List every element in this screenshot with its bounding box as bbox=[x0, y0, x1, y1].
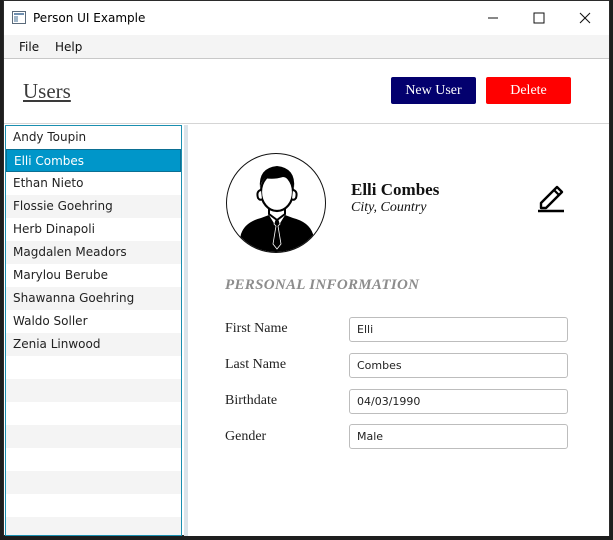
empty-list-row[interactable] bbox=[6, 448, 181, 471]
first-name-label: First Name bbox=[225, 321, 288, 336]
close-button[interactable] bbox=[562, 1, 608, 35]
list-item[interactable]: Elli Combes bbox=[6, 149, 181, 172]
list-item[interactable]: Ethan Nieto bbox=[6, 172, 181, 195]
person-location: City, Country bbox=[351, 200, 427, 215]
header: Users New User Delete bbox=[4, 60, 609, 124]
menu-bar: File Help bbox=[4, 35, 609, 59]
gender-label: Gender bbox=[225, 429, 267, 444]
list-item[interactable]: Andy Toupin bbox=[6, 126, 181, 149]
user-list[interactable]: Andy Toupin Elli Combes Ethan Nieto Flossie… bbox=[5, 125, 182, 536]
birthdate-label: Birthdate bbox=[225, 393, 278, 408]
new-user-button[interactable]: New User bbox=[391, 77, 476, 104]
window-title: Person UI Example bbox=[33, 11, 146, 25]
list-item[interactable]: Zenia Linwood bbox=[6, 333, 181, 356]
page-title: Users bbox=[23, 79, 71, 103]
empty-list-row[interactable] bbox=[6, 471, 181, 494]
list-item[interactable]: Waldo Soller bbox=[6, 310, 181, 333]
list-item[interactable]: Flossie Goehring bbox=[6, 195, 181, 218]
app-icon bbox=[12, 11, 26, 24]
edit-button[interactable] bbox=[535, 179, 567, 213]
menu-help[interactable]: Help bbox=[55, 40, 82, 54]
person-name: Elli Combes bbox=[351, 180, 440, 199]
delete-button[interactable]: Delete bbox=[486, 77, 571, 104]
person-avatar-icon bbox=[226, 153, 326, 253]
maximize-icon bbox=[533, 12, 545, 24]
detail-pane: Elli Combes City, Country PERSONAL INFOR… bbox=[188, 125, 609, 536]
minimize-button[interactable] bbox=[470, 1, 516, 35]
empty-list-row[interactable] bbox=[6, 494, 181, 517]
list-item[interactable]: Magdalen Meadors bbox=[6, 241, 181, 264]
empty-list-row[interactable] bbox=[6, 356, 181, 379]
last-name-field[interactable] bbox=[349, 353, 568, 378]
first-name-field[interactable] bbox=[349, 317, 568, 342]
app-window: Person UI Example File Help Users New Us… bbox=[3, 0, 610, 536]
empty-list-row[interactable] bbox=[6, 425, 181, 448]
maximize-button[interactable] bbox=[516, 1, 562, 35]
list-item[interactable]: Shawanna Goehring bbox=[6, 287, 181, 310]
section-title: PERSONAL INFORMATION bbox=[225, 277, 420, 293]
empty-list-row[interactable] bbox=[6, 517, 181, 535]
last-name-label: Last Name bbox=[225, 357, 287, 372]
minimize-icon bbox=[488, 17, 498, 19]
pencil-icon bbox=[538, 185, 564, 213]
menu-file[interactable]: File bbox=[19, 40, 39, 54]
close-icon bbox=[579, 12, 591, 24]
empty-list-row[interactable] bbox=[6, 379, 181, 402]
list-item[interactable]: Marylou Berube bbox=[6, 264, 181, 287]
empty-list-row[interactable] bbox=[6, 402, 181, 425]
list-item[interactable]: Herb Dinapoli bbox=[6, 218, 181, 241]
birthdate-field[interactable] bbox=[349, 389, 568, 414]
gender-field[interactable] bbox=[349, 424, 568, 449]
title-bar[interactable]: Person UI Example bbox=[4, 1, 609, 35]
